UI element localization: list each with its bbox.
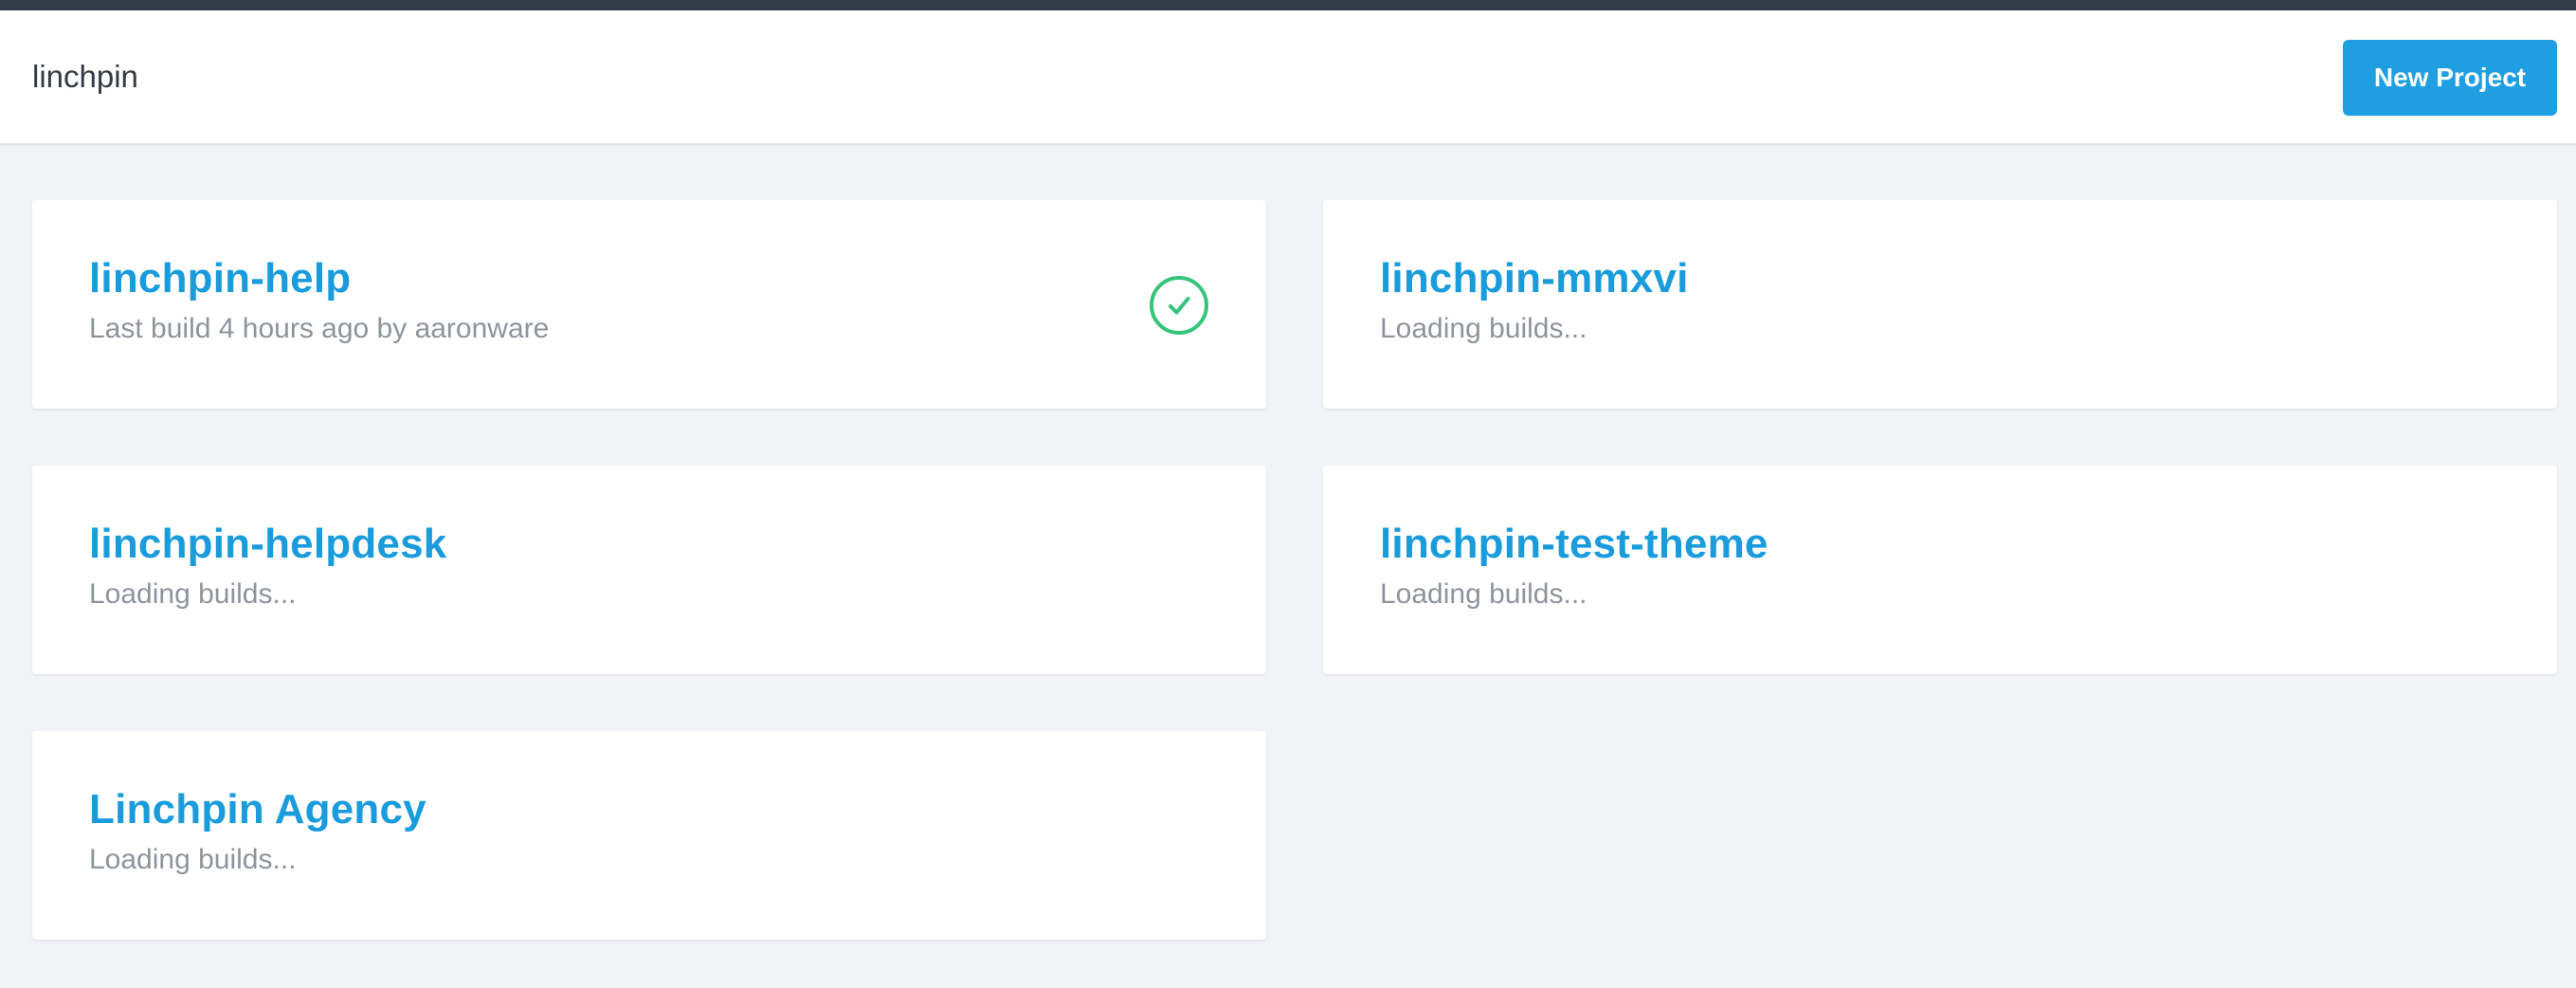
project-title[interactable]: Linchpin Agency (89, 786, 426, 833)
project-build-status: Last build 4 hours ago by aaronware (89, 313, 550, 344)
project-card[interactable]: linchpin-mmxvi Loading builds... (1323, 200, 2557, 409)
project-build-status: Loading builds... (1380, 578, 1587, 610)
project-grid: linchpin-help Last build 4 hours ago by … (32, 200, 2557, 940)
project-card[interactable]: linchpin-help Last build 4 hours ago by … (32, 200, 1266, 409)
project-title[interactable]: linchpin-mmxvi (1380, 255, 1689, 302)
top-strip (0, 0, 2576, 10)
org-name[interactable]: linchpin (32, 59, 138, 95)
project-title[interactable]: linchpin-helpdesk (89, 521, 446, 568)
project-card[interactable]: linchpin-helpdesk Loading builds... (32, 466, 1266, 674)
new-project-button[interactable]: New Project (2343, 40, 2557, 116)
project-title[interactable]: linchpin-help (89, 255, 351, 302)
project-build-status: Loading builds... (89, 578, 297, 610)
project-card[interactable]: Linchpin Agency Loading builds... (32, 731, 1266, 940)
header: linchpin New Project (0, 10, 2576, 145)
project-build-status: Loading builds... (89, 844, 297, 875)
project-title[interactable]: linchpin-test-theme (1380, 521, 1769, 568)
project-build-status: Loading builds... (1380, 313, 1587, 344)
check-circle-icon (1150, 276, 1208, 335)
project-card[interactable]: linchpin-test-theme Loading builds... (1323, 466, 2557, 674)
